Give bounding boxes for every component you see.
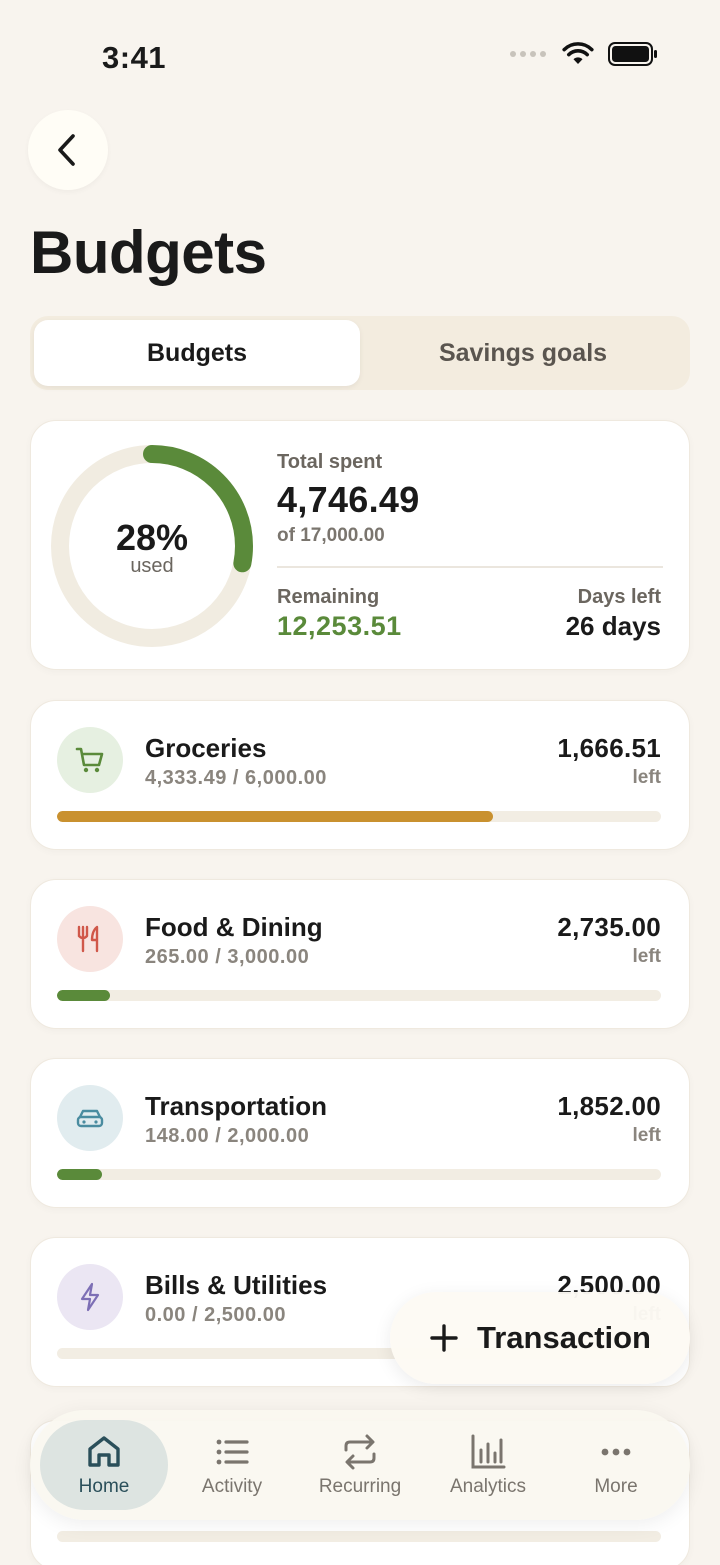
wifi-icon [562, 42, 594, 64]
tab-label: Analytics [449, 1476, 527, 1497]
days-left-label: Days left [577, 586, 661, 608]
tab-label: More [594, 1476, 638, 1497]
chevron-left-icon [58, 134, 75, 166]
used-label: used [130, 555, 174, 577]
tab-activity[interactable]: Activity [168, 1420, 296, 1510]
budget-left-amount: 2,735.00 [557, 912, 661, 942]
remaining-amount: 12,253.51 [277, 611, 402, 641]
tab-bar: Home Activity Recurring Analytics More [30, 1410, 690, 1520]
cart-icon [57, 727, 123, 793]
tab-label: Activity [201, 1476, 263, 1497]
tab-savings-goals[interactable]: Savings goals [360, 320, 686, 386]
budget-name: Food & Dining [145, 912, 323, 942]
tab-more[interactable]: More [552, 1420, 680, 1510]
budget-card-groceries[interactable]: Groceries 4,333.49 / 6,000.00 1,666.51 l… [30, 700, 690, 850]
utensils-icon [57, 906, 123, 972]
list-icon [216, 1439, 249, 1465]
budget-left-label: left [632, 1125, 662, 1146]
back-button[interactable] [28, 110, 108, 190]
tab-home[interactable]: Home [40, 1420, 168, 1510]
total-spent-amount: 4,746.49 [277, 479, 420, 520]
page-title: Budgets [30, 219, 267, 286]
status-bar: 3:41 [0, 0, 720, 110]
car-icon [57, 1085, 123, 1151]
remaining-label: Remaining [277, 586, 380, 608]
signal-dots-icon [510, 51, 546, 57]
budget-name: Bills & Utilities [145, 1270, 328, 1300]
budget-left-label: left [632, 946, 662, 967]
add-transaction-button[interactable]: Transaction [390, 1292, 690, 1384]
budget-progress-track [57, 990, 661, 1001]
budget-progress-fill [57, 811, 494, 822]
budget-progress-fill [57, 1169, 102, 1180]
budget-progress-track [57, 1169, 661, 1180]
budget-left-amount: 1,852.00 [557, 1091, 661, 1121]
percent-used: 28% [115, 517, 189, 558]
tab-recurring[interactable]: Recurring [296, 1420, 424, 1510]
budget-name: Groceries [145, 733, 267, 763]
status-time: 3:41 [102, 40, 167, 75]
more-icon [601, 1448, 631, 1456]
total-budget: of 17,000.00 [277, 525, 385, 546]
repeat-icon [344, 1434, 376, 1470]
tab-analytics[interactable]: Analytics [424, 1420, 552, 1510]
budget-spent: 4,333.49 / 6,000.00 [145, 767, 327, 789]
budget-card-transportation[interactable]: Transportation 148.00 / 2,000.00 1,852.0… [30, 1058, 690, 1208]
tab-label: Recurring [318, 1476, 402, 1497]
budget-spent: 0.00 / 2,500.00 [145, 1304, 286, 1326]
status-icons [510, 42, 658, 66]
home-icon [88, 1436, 120, 1467]
add-transaction-label: Transaction [477, 1320, 651, 1355]
summary-card: 28% used Total spent 4,746.49 of 17,000.… [30, 420, 690, 670]
battery-icon [608, 42, 657, 66]
plus-icon [430, 1324, 458, 1352]
budget-left-label: left [632, 767, 662, 788]
budget-progress-track [57, 1531, 661, 1542]
bolt-icon [57, 1264, 123, 1330]
budget-left-amount: 1,666.51 [557, 733, 661, 763]
divider [277, 566, 663, 568]
total-spent-label: Total spent [277, 451, 383, 473]
tab-label: Home [78, 1476, 130, 1497]
budget-name: Transportation [145, 1091, 328, 1121]
segmented-control: Budgets Savings goals [30, 316, 690, 390]
budget-progress-track [57, 811, 661, 822]
budget-progress-fill [57, 990, 111, 1001]
bar-chart-icon [471, 1434, 506, 1469]
days-left-value: 26 days [565, 611, 661, 641]
budget-spent: 148.00 / 2,000.00 [145, 1125, 310, 1147]
tab-budgets[interactable]: Budgets [34, 320, 360, 386]
budget-spent: 265.00 / 3,000.00 [145, 946, 310, 968]
budget-card-food-dining[interactable]: Food & Dining 265.00 / 3,000.00 2,735.00… [30, 879, 690, 1029]
